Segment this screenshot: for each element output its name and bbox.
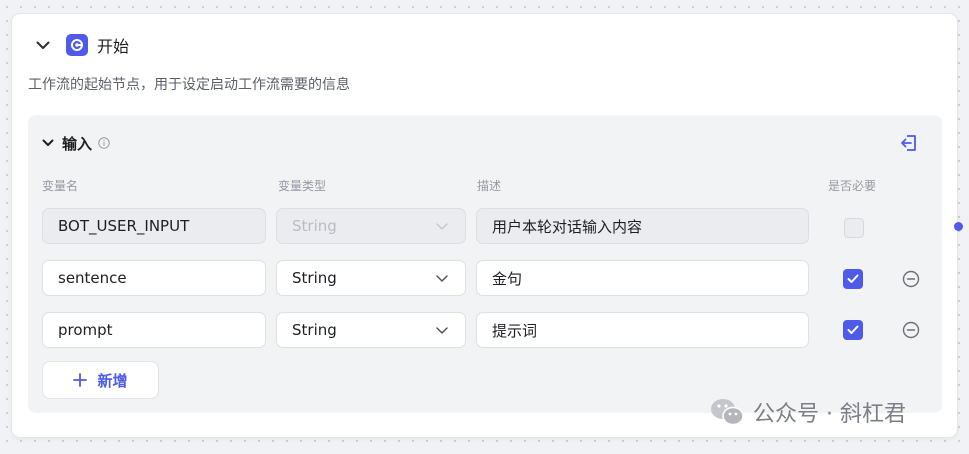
variable-type-select: String bbox=[276, 208, 466, 244]
watermark: 公众号 · 斜杠君 bbox=[709, 396, 906, 428]
add-variable-button[interactable]: 新增 bbox=[42, 361, 159, 399]
variable-type-select[interactable]: String bbox=[276, 260, 466, 296]
variable-desc-value: 提示词 bbox=[492, 321, 538, 340]
variable-name-input[interactable]: sentence bbox=[42, 260, 266, 296]
required-checkbox[interactable] bbox=[843, 320, 863, 340]
required-checkbox bbox=[844, 218, 864, 238]
variable-desc-input[interactable]: 金句 bbox=[476, 260, 809, 296]
variable-desc-input[interactable]: 提示词 bbox=[476, 312, 809, 348]
variable-desc-field: 用户本轮对话输入内容 bbox=[476, 208, 809, 244]
input-panel-title: 输入 bbox=[62, 134, 93, 153]
variable-name-value: sentence bbox=[58, 269, 127, 287]
column-header-desc: 描述 bbox=[477, 179, 502, 193]
collapse-chevron-icon[interactable] bbox=[34, 36, 52, 54]
input-panel-header: 输入 bbox=[42, 133, 110, 153]
required-checkbox[interactable] bbox=[843, 269, 863, 289]
column-header-type: 变量类型 bbox=[278, 179, 327, 193]
node-header: 开始 bbox=[34, 32, 129, 58]
input-collapse-chevron-icon[interactable] bbox=[42, 139, 54, 147]
output-connection-handle[interactable] bbox=[954, 222, 963, 231]
variable-name-field: BOT_USER_INPUT bbox=[42, 208, 266, 244]
plus-icon bbox=[73, 373, 88, 387]
column-header-name: 变量名 bbox=[42, 179, 79, 193]
variable-type-value: String bbox=[292, 321, 337, 339]
variable-desc-value: 用户本轮对话输入内容 bbox=[492, 217, 643, 236]
remove-row-icon[interactable] bbox=[901, 320, 921, 340]
variable-name-value: BOT_USER_INPUT bbox=[58, 217, 190, 235]
variable-name-value: prompt bbox=[58, 321, 113, 339]
add-variable-label: 新增 bbox=[97, 371, 128, 390]
wechat-icon bbox=[711, 399, 744, 426]
chevron-down-icon bbox=[436, 327, 448, 334]
check-icon bbox=[847, 325, 859, 334]
variable-type-value: String bbox=[292, 217, 337, 235]
variable-type-select[interactable]: String bbox=[276, 312, 466, 348]
watermark-text: 公众号 · 斜杠君 bbox=[753, 402, 906, 427]
chevron-down-icon bbox=[436, 275, 448, 282]
chevron-down-icon bbox=[436, 223, 448, 230]
variable-name-input[interactable]: prompt bbox=[42, 312, 266, 348]
variable-type-value: String bbox=[292, 269, 337, 287]
input-panel: 输入 变量名 变量类型 描述 是否必要 BOT_USER_INPUT Strin… bbox=[28, 115, 942, 413]
column-header-required: 是否必要 bbox=[828, 179, 877, 193]
info-icon[interactable] bbox=[98, 137, 110, 149]
node-title: 开始 bbox=[97, 37, 130, 56]
start-node-card: 开始 工作流的起始节点，用于设定启动工作流需要的信息 输入 变量名 变量类型 描… bbox=[12, 14, 957, 437]
variable-desc-value: 金句 bbox=[492, 269, 523, 288]
start-node-icon bbox=[66, 34, 88, 56]
remove-row-icon[interactable] bbox=[901, 269, 921, 289]
import-variables-icon[interactable] bbox=[898, 132, 920, 154]
check-icon bbox=[847, 274, 859, 283]
node-description: 工作流的起始节点，用于设定启动工作流需要的信息 bbox=[28, 77, 350, 93]
